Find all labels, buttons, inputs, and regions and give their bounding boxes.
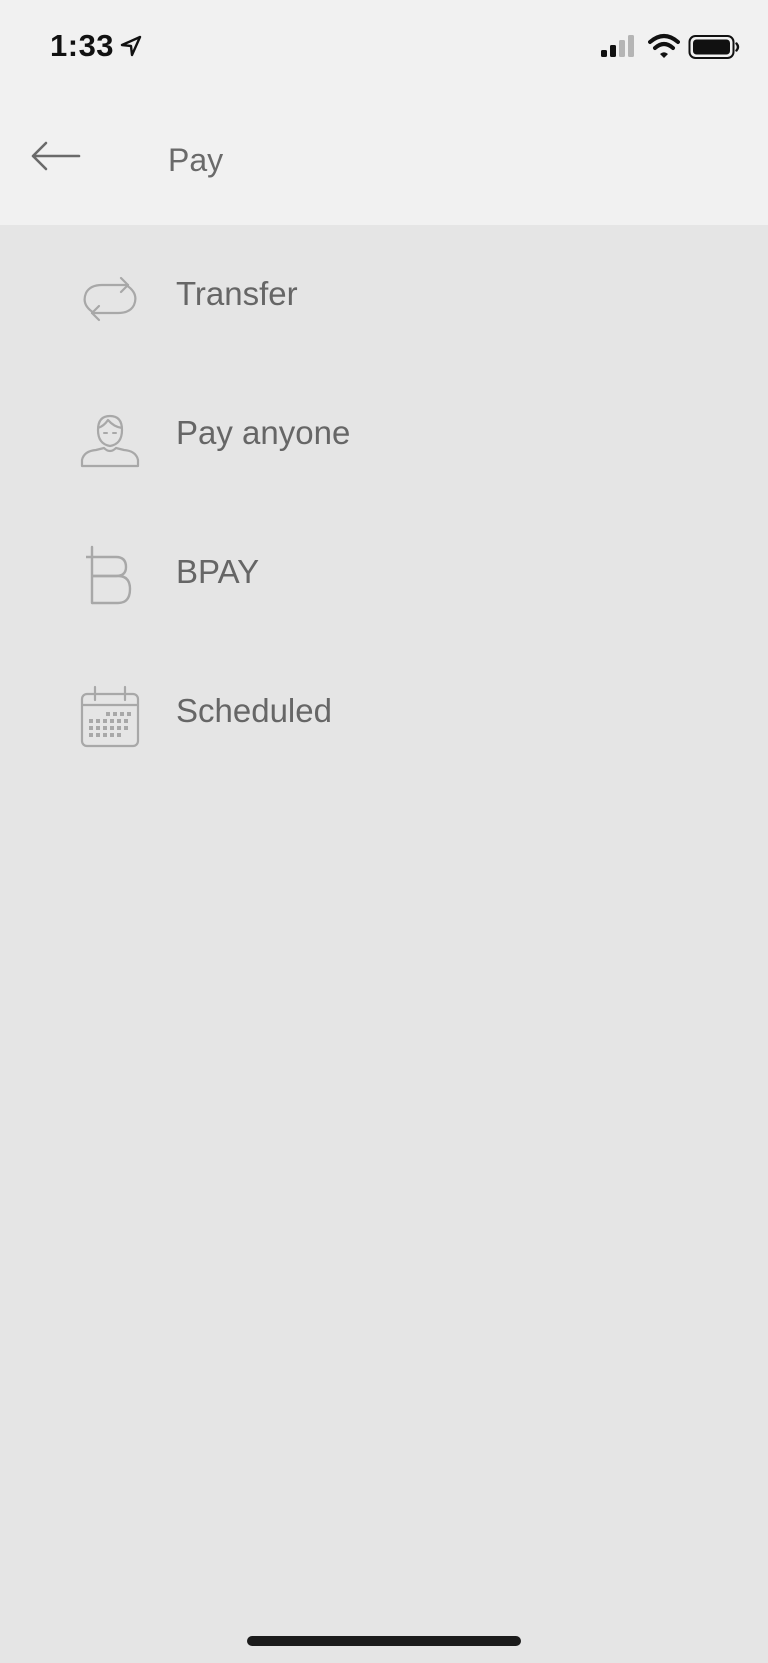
- app-header: Pay: [0, 90, 768, 225]
- battery-icon: [688, 35, 740, 59]
- menu-item-pay-anyone[interactable]: Pay anyone: [0, 364, 768, 503]
- person-icon: [80, 414, 140, 468]
- status-time: 1:33: [50, 28, 115, 63]
- menu-item-label: Pay anyone: [176, 414, 351, 451]
- cellular-signal-icon: [601, 35, 634, 57]
- calendar-icon: [80, 685, 140, 748]
- menu-item-label: BPAY: [176, 553, 260, 590]
- menu-item-transfer[interactable]: Transfer: [0, 225, 768, 364]
- home-indicator[interactable]: [247, 1636, 521, 1646]
- status-bar: 1:33: [0, 0, 768, 90]
- menu-item-bpay[interactable]: BPAY: [0, 503, 768, 642]
- bpay-icon: [86, 545, 132, 605]
- page-title: Pay: [168, 142, 224, 178]
- pay-menu: Transfer Pay anyone BPAY Scheduled: [0, 225, 768, 781]
- arrow-left-icon[interactable]: [28, 138, 84, 174]
- wifi-icon: [648, 34, 680, 58]
- transfer-arrows-icon: [83, 276, 137, 322]
- menu-item-label: Scheduled: [176, 692, 332, 729]
- location-arrow-icon: [120, 35, 142, 57]
- menu-item-scheduled[interactable]: Scheduled: [0, 642, 768, 781]
- menu-item-label: Transfer: [176, 275, 298, 312]
